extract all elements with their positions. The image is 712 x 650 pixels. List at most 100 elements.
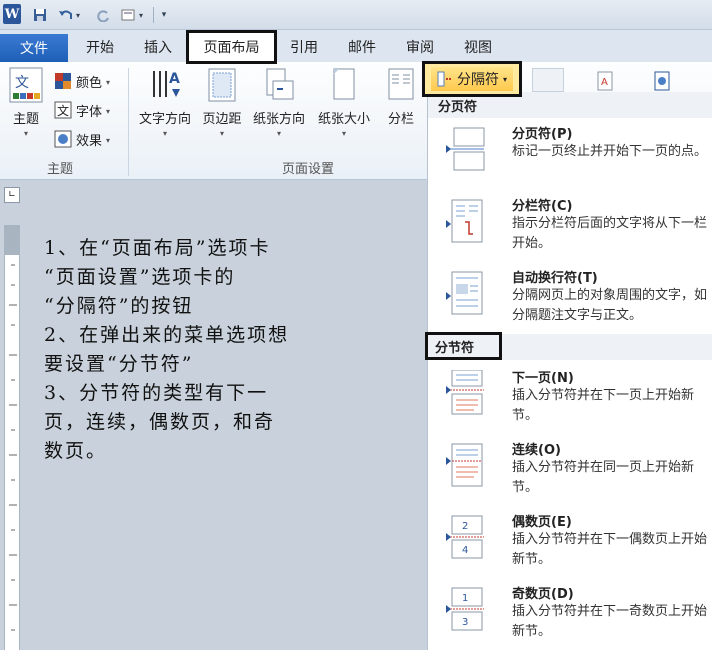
text-wrapping-break-icon [446,271,483,315]
menu-item-desc: 插入分节符并在下一页上开始新节。 [512,388,695,423]
menu-item-desc: 插入分节符并在下一奇数页上开始新节。 [512,604,708,639]
customize-qat-icon[interactable]: ▾ [158,5,170,25]
menu-item-desc: 插入分节符并在同一页上开始新节。 [512,460,695,495]
tab-insert[interactable]: 插入 [134,36,182,58]
svg-text:文: 文 [15,75,29,91]
chevron-down-icon: ▾ [106,77,111,87]
orientation-button[interactable]: 纸张方向 ▾ [248,66,310,138]
save-icon[interactable] [30,5,50,25]
size-label: 纸张大小 [317,112,370,127]
group-separator [128,68,129,176]
doc-line: “分隔符”的按钮 [44,295,194,317]
themes-label: 主题 [12,112,39,127]
svg-text:2: 2 [462,521,468,532]
watermark-icon [532,68,564,92]
page-borders-icon [652,70,674,92]
paper-size-icon [327,66,361,104]
effects-icon [54,130,72,148]
chevron-down-icon: ▾ [106,106,111,116]
even-page-icon: 2 4 [446,515,484,559]
menu-item-continuous[interactable]: 连续(O) 插入分节符并在同一页上开始新节。 [428,436,712,506]
theme-fonts-label: 字体 [76,104,103,120]
orientation-icon [262,66,296,104]
menu-item-title: 连续(O) [512,443,561,458]
text-direction-button[interactable]: A 文字方向 ▾ [134,66,196,138]
svg-text:4: 4 [462,545,468,556]
print-preview-icon[interactable]: ▾ [118,5,146,25]
theme-effects-button[interactable]: 效果 ▾ [54,128,110,150]
svg-text:文: 文 [57,103,69,118]
title-bar: W ▾ ▾ ▾ [0,0,712,30]
doc-line: “页面设置”选项卡的 [44,266,236,288]
tab-references[interactable]: 引用 [282,36,326,58]
theme-fonts-button[interactable]: 文 字体 ▾ [54,99,110,121]
menu-item-title: 分栏符(C) [512,199,573,214]
breaks-button[interactable]: 分隔符 ▾ [422,61,522,97]
chevron-down-icon: ▾ [106,135,111,145]
redo-icon[interactable] [94,5,112,25]
chevron-down-icon: ▾ [276,129,281,138]
doc-line: 页，连续，偶数页，和奇 [44,411,276,433]
chevron-down-icon: ▾ [502,74,507,84]
column-break-icon [446,199,483,243]
svg-text:1: 1 [462,593,468,604]
columns-button[interactable]: 分栏 [382,66,420,127]
themes-icon: 文 [9,66,43,104]
svg-text:A: A [601,77,608,88]
margins-button[interactable]: 页边距 ▾ [198,66,246,138]
tab-file[interactable]: 文件 [0,34,68,62]
chevron-down-icon: ▾ [219,129,224,138]
orientation-label: 纸张方向 [252,112,305,127]
doc-line: 2、在弹出来的菜单选项想 [44,324,290,346]
menu-item-text-wrapping-break[interactable]: 自动换行符(T) 分隔网页上的对象周围的文字，如分隔题注文字与正文。 [428,264,712,334]
menu-item-desc: 指示分栏符后面的文字将从下一栏开始。 [512,216,708,251]
theme-colors-label: 颜色 [76,75,103,91]
text-direction-label: 文字方向 [138,112,191,127]
menu-item-title: 下一页(N) [512,371,574,386]
menu-item-odd-page[interactable]: 1 3 奇数页(D) 插入分节符并在下一奇数页上开始新节。 [428,580,712,650]
continuous-icon [446,443,483,487]
menu-item-title: 偶数页(E) [512,515,572,530]
margins-label: 页边距 [202,112,242,127]
tab-home[interactable]: 开始 [76,36,124,58]
colors-icon [55,73,71,89]
word-logo-icon[interactable]: W [3,4,21,24]
doc-line: 3、分节符的类型有下一 [44,382,269,404]
text-direction-icon: A [148,66,182,104]
menu-item-even-page[interactable]: 2 4 偶数页(E) 插入分节符并在下一偶数页上开始新节。 [428,508,712,578]
breaks-label: 分隔符 [456,72,499,88]
menu-item-next-page[interactable]: 下一页(N) 插入分节符并在下一页上开始新节。 [428,364,712,434]
tab-review[interactable]: 审阅 [396,36,444,58]
tab-selector-icon[interactable]: ∟ [4,187,20,203]
size-button[interactable]: 纸张大小 ▾ [313,66,375,138]
menu-item-title: 自动换行符(T) [512,271,598,286]
menu-item-title: 分页符(P) [512,127,573,142]
menu-item-page-break[interactable]: 分页符(P) 标记一页终止并开始下一页的点。 [428,120,712,190]
undo-icon[interactable]: ▾ [56,5,82,25]
doc-line: 数页。 [44,440,108,462]
themes-button[interactable]: 文 主题 ▾ [6,66,46,138]
section-breaks-header: 分节符 [425,332,502,360]
vertical-ruler[interactable] [4,225,20,650]
doc-line: 要设置“分节符” [44,353,194,375]
tab-view[interactable]: 视图 [454,36,502,58]
page-color-icon: A [595,70,617,92]
chevron-down-icon: ▾ [23,129,28,138]
svg-text:A: A [169,71,180,87]
next-page-icon [446,370,484,415]
svg-text:3: 3 [462,617,468,628]
qat-separator [153,7,154,23]
ruler-margin-shade [4,225,20,255]
document-body[interactable]: 1、在“页面布局”选项卡 “页面设置”选项卡的 “分隔符”的按钮 2、在弹出来的… [44,234,344,466]
menu-item-column-break[interactable]: 分栏符(C) 指示分栏符后面的文字将从下一栏开始。 [428,192,712,262]
odd-page-icon: 1 3 [446,587,484,631]
chevron-down-icon: ▾ [162,129,167,138]
breaks-menu: 分页符 分页符(P) 标记一页终止并开始下一页的点。 分栏符(C) 指示分栏符后… [425,92,712,650]
tab-mailings[interactable]: 邮件 [338,36,386,58]
doc-line: 1、在“页面布局”选项卡 [44,237,271,259]
breaks-icon [437,71,452,87]
tab-page-layout[interactable]: 页面布局 [186,30,277,64]
theme-group-label: 主题 [47,162,74,177]
chevron-down-icon: ▾ [341,129,346,138]
theme-colors-button[interactable]: 颜色 ▾ [54,70,110,92]
